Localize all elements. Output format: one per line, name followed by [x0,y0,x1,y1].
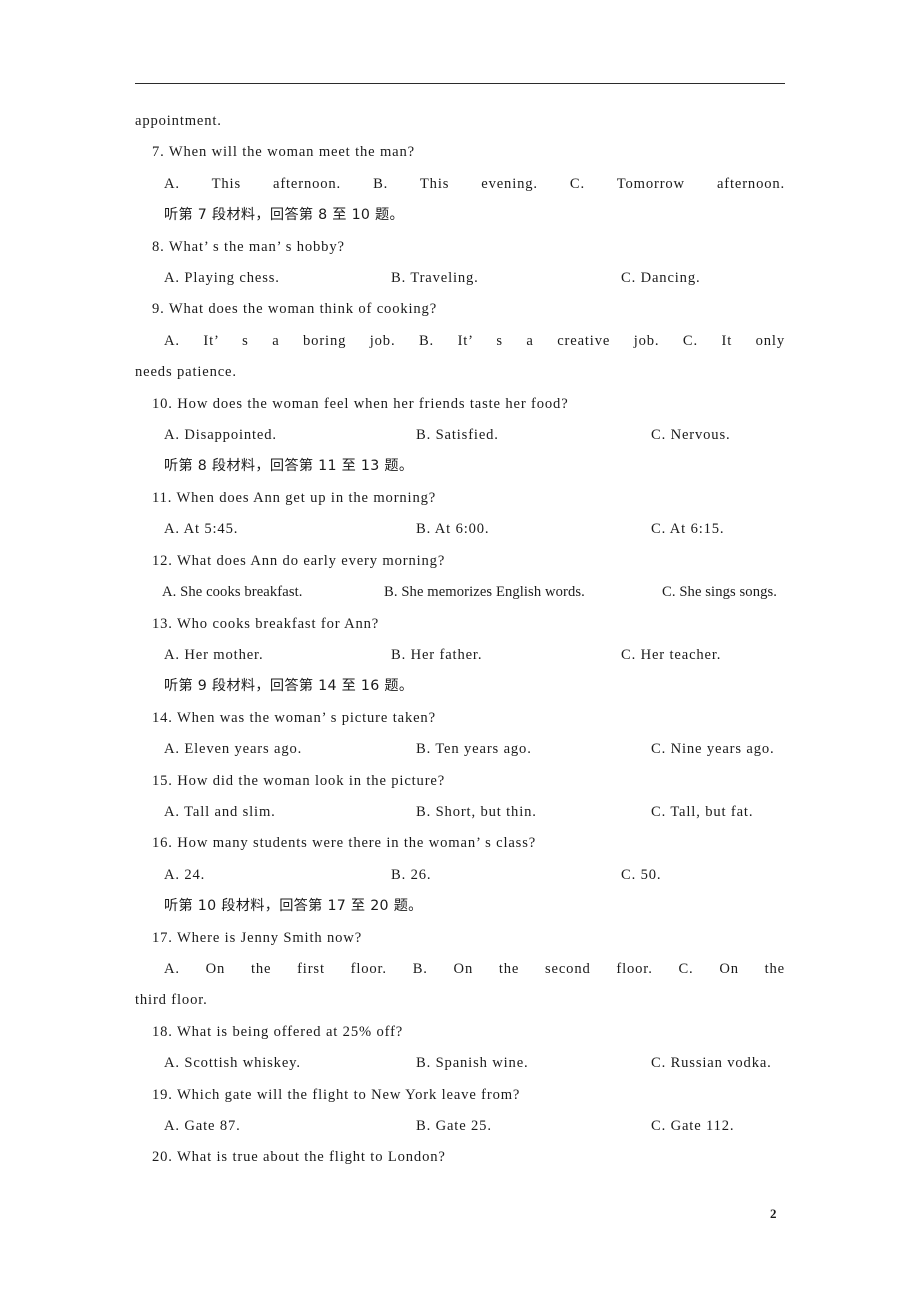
option-7-a[interactable]: A. This afternoon. [164,176,341,192]
option-10-b[interactable]: B. Satisfied. [416,420,651,451]
option-14-c[interactable]: C. Nine years ago. [651,734,775,765]
option-7-c[interactable]: C. Tomorrow afternoon. [570,176,785,192]
option-16-a[interactable]: A. 24. [164,860,391,891]
option-15-a[interactable]: A. Tall and slim. [164,797,416,828]
question-stem-19: 19. Which gate will the flight to New Yo… [152,1086,521,1103]
question-stem-16: 16. How many students were there in the … [152,835,537,852]
page-content: appointment. 7. When will the woman meet… [135,106,785,1174]
option-12-b[interactable]: B. She memorizes English words. [384,577,662,608]
question-stem-11: 11. When does Ann get up in the morning? [152,489,437,506]
option-9-c-continuation: needs patience. [135,364,237,381]
option-10-a[interactable]: A. Disappointed. [164,420,416,451]
option-11-a[interactable]: A. At 5:45. [164,514,416,545]
option-13-c[interactable]: C. Her teacher. [621,640,721,671]
listening-direction-10: 听第 10 段材料，回答第 17 至 20 题。 [164,898,423,915]
option-row-9: A. It’ s a boring job. B. It’ s a creati… [135,326,785,357]
option-row-14: A. Eleven years ago. B. Ten years ago. C… [135,734,785,765]
option-11-b[interactable]: B. At 6:00. [416,514,651,545]
option-16-b[interactable]: B. 26. [391,860,621,891]
option-8-a[interactable]: A. Playing chess. [164,263,391,294]
option-8-b[interactable]: B. Traveling. [391,263,621,294]
question-stem-14: 14. When was the woman’ s picture taken? [152,709,436,726]
option-19-b[interactable]: B. Gate 25. [416,1111,651,1142]
option-13-b[interactable]: B. Her father. [391,640,621,671]
option-18-c[interactable]: C. Russian vodka. [651,1048,772,1079]
option-14-a[interactable]: A. Eleven years ago. [164,734,416,765]
page-number: 2 [770,1206,777,1221]
option-12-a[interactable]: A. She cooks breakfast. [162,577,384,608]
option-19-a[interactable]: A. Gate 87. [164,1111,416,1142]
option-row-18: A. Scottish whiskey. B. Spanish wine. C.… [135,1048,785,1079]
option-9-a[interactable]: A. It’ s a boring job. [164,333,395,349]
option-12-c[interactable]: C. She sings songs. [662,577,777,608]
option-8-c[interactable]: C. Dancing. [621,263,700,294]
question-stem-18: 18. What is being offered at 25% off? [152,1023,404,1040]
option-9-b[interactable]: B. It’ s a creative job. [419,333,659,349]
option-14-b[interactable]: B. Ten years ago. [416,734,651,765]
question-stem-8: 8. What’ s the man’ s hobby? [152,238,345,255]
option-18-a[interactable]: A. Scottish whiskey. [164,1048,416,1079]
option-row-7: A. This afternoon. B. This evening. C. T… [135,169,785,200]
question-stem-10: 10. How does the woman feel when her fri… [152,395,569,412]
option-13-a[interactable]: A. Her mother. [164,640,391,671]
header-rule [135,83,785,84]
question-stem-13: 13. Who cooks breakfast for Ann? [152,615,380,632]
question-stem-12: 12. What does Ann do early every morning… [152,552,446,569]
option-15-b[interactable]: B. Short, but thin. [416,797,651,828]
listening-direction-8: 听第 8 段材料，回答第 11 至 13 题。 [164,458,414,475]
option-row-17: A. On the first floor. B. On the second … [135,954,785,985]
option-row-13: A. Her mother. B. Her father. C. Her tea… [135,640,785,671]
question-stem-17: 17. Where is Jenny Smith now? [152,929,363,946]
option-17-b[interactable]: B. On the second floor. [413,961,653,977]
listening-direction-7: 听第 7 段材料，回答第 8 至 10 题。 [164,207,405,224]
option-17-c-continuation: third floor. [135,992,208,1009]
option-19-c[interactable]: C. Gate 112. [651,1111,734,1142]
option-row-16: A. 24. B. 26. C. 50. [135,860,785,891]
option-row-8: A. Playing chess. B. Traveling. C. Danci… [135,263,785,294]
option-18-b[interactable]: B. Spanish wine. [416,1048,651,1079]
exam-paper-page: appointment. 7. When will the woman meet… [0,0,920,1302]
option-row-10: A. Disappointed. B. Satisfied. C. Nervou… [135,420,785,451]
option-row-11: A. At 5:45. B. At 6:00. C. At 6:15. [135,514,785,545]
option-9-c[interactable]: C. It only [683,333,785,349]
option-row-15: A. Tall and slim. B. Short, but thin. C.… [135,797,785,828]
question-stem-20: 20. What is true about the flight to Lon… [152,1149,446,1166]
option-10-c[interactable]: C. Nervous. [651,420,730,451]
question-stem-15: 15. How did the woman look in the pictur… [152,772,446,789]
option-17-a[interactable]: A. On the first floor. [164,961,387,977]
option-row-19: A. Gate 87. B. Gate 25. C. Gate 112. [135,1111,785,1142]
listening-direction-9: 听第 9 段材料，回答第 14 至 16 题。 [164,678,414,695]
option-7-b[interactable]: B. This evening. [373,176,538,192]
option-17-c[interactable]: C. On the [678,961,785,977]
option-11-c[interactable]: C. At 6:15. [651,514,724,545]
option-16-c[interactable]: C. 50. [621,860,661,891]
question-stem-7: 7. When will the woman meet the man? [152,144,415,161]
question-stem-9: 9. What does the woman think of cooking? [152,301,438,318]
option-15-c[interactable]: C. Tall, but fat. [651,797,753,828]
continuation-fragment: appointment. [135,113,222,129]
option-row-12: A. She cooks breakfast. B. She memorizes… [135,577,785,608]
